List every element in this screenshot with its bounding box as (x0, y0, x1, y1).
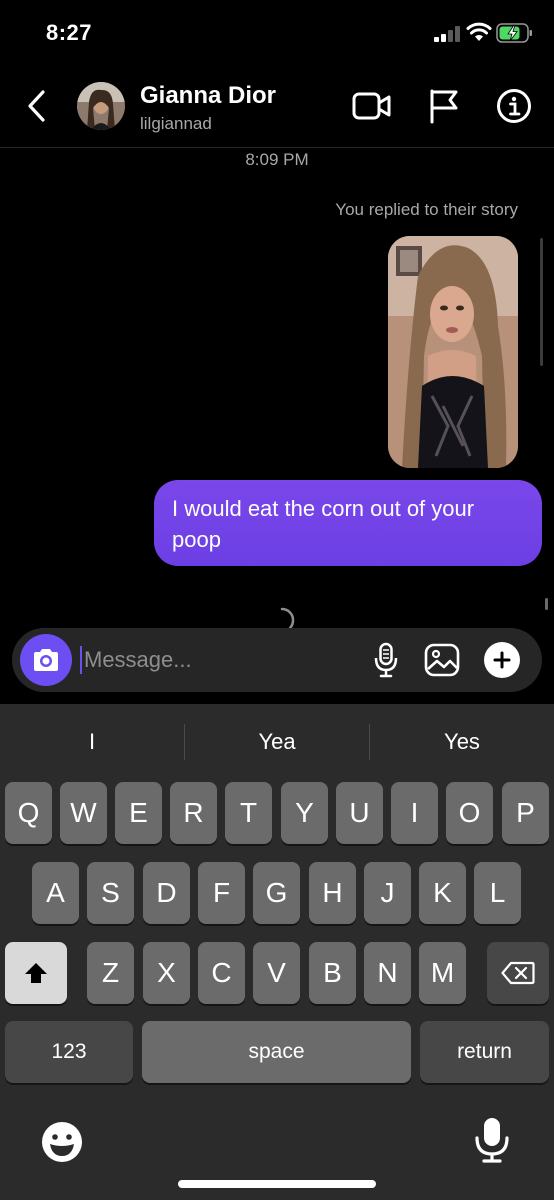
chat-header: Gianna Dior lilgiannad (0, 66, 554, 148)
key-a[interactable]: A (32, 862, 79, 924)
message-input[interactable] (84, 640, 354, 680)
key-n[interactable]: N (364, 942, 411, 1004)
back-button[interactable] (18, 86, 54, 126)
key-z[interactable]: Z (87, 942, 134, 1004)
key-g[interactable]: G (253, 862, 300, 924)
plus-icon (493, 651, 511, 669)
dictation-microphone-icon[interactable] (472, 1116, 512, 1164)
key-e[interactable]: E (115, 782, 162, 844)
key-d[interactable]: D (143, 862, 190, 924)
video-call-button[interactable] (350, 84, 394, 128)
return-key[interactable]: return (420, 1021, 549, 1083)
key-c[interactable]: C (198, 942, 245, 1004)
predictive-suggestions: I Yea Yes (0, 704, 554, 780)
emoji-icon[interactable] (40, 1120, 84, 1164)
key-k[interactable]: K (419, 862, 466, 924)
gallery-button[interactable] (422, 640, 462, 680)
key-x[interactable]: X (143, 942, 190, 1004)
battery-charging-icon (496, 23, 532, 43)
story-photo (388, 236, 518, 468)
suggestion-1[interactable]: I (0, 724, 184, 760)
camera-button[interactable] (20, 634, 72, 686)
shift-arrow-icon (25, 963, 47, 983)
story-reply-note: You replied to their story (335, 200, 518, 219)
microphone-icon (374, 642, 398, 678)
home-indicator[interactable] (178, 1180, 376, 1188)
message-timestamp: 8:09 PM (245, 150, 309, 169)
key-i[interactable]: I (391, 782, 438, 844)
key-o[interactable]: O (446, 782, 493, 844)
key-v[interactable]: V (253, 942, 300, 1004)
key-b[interactable]: B (309, 942, 356, 1004)
key-h[interactable]: H (309, 862, 356, 924)
key-y[interactable]: Y (281, 782, 328, 844)
contact-avatar[interactable] (77, 82, 125, 130)
key-p[interactable]: P (502, 782, 549, 844)
key-u[interactable]: U (336, 782, 383, 844)
cellular-signal-icon (434, 26, 460, 42)
suggestion-2[interactable]: Yea (185, 724, 369, 760)
key-j[interactable]: J (364, 862, 411, 924)
status-time: 8:27 (46, 20, 93, 45)
backspace-icon (501, 961, 535, 985)
scrollbar-thumb[interactable] (545, 598, 548, 610)
key-w[interactable]: W (60, 782, 107, 844)
camera-icon (34, 649, 58, 671)
space-key[interactable]: space (142, 1021, 411, 1083)
wifi-icon (466, 22, 492, 41)
text-caret (80, 646, 82, 674)
more-options-button[interactable] (484, 642, 520, 678)
story-thumbnail[interactable] (388, 236, 518, 468)
avatar-photo (77, 82, 125, 130)
report-flag-button[interactable] (422, 84, 466, 128)
message-composer (12, 628, 542, 692)
key-s[interactable]: S (87, 862, 134, 924)
scrollbar[interactable] (540, 238, 543, 366)
key-l[interactable]: L (474, 862, 521, 924)
key-r[interactable]: R (170, 782, 217, 844)
info-icon (497, 89, 531, 123)
contact-username[interactable]: lilgiannad (140, 114, 212, 134)
conversation-info-button[interactable] (492, 84, 536, 128)
shift-key[interactable] (5, 942, 67, 1004)
key-t[interactable]: T (225, 782, 272, 844)
image-gallery-icon (424, 643, 460, 677)
key-q[interactable]: Q (5, 782, 52, 844)
suggestion-3[interactable]: Yes (370, 724, 554, 760)
backspace-key[interactable] (487, 942, 549, 1004)
back-chevron-icon (28, 90, 45, 122)
voice-message-button[interactable] (366, 640, 406, 680)
key-f[interactable]: F (198, 862, 245, 924)
flag-icon (430, 89, 458, 124)
keyboard: I Yea Yes Q W E R T Y U I O P A S D F G … (0, 704, 554, 1200)
contact-name[interactable]: Gianna Dior (140, 82, 276, 110)
status-bar: 8:27 (0, 0, 554, 66)
video-camera-icon (352, 92, 391, 120)
numbers-key[interactable]: 123 (5, 1021, 133, 1083)
key-m[interactable]: M (419, 942, 466, 1004)
sent-message-bubble[interactable]: I would eat the corn out of your poop (154, 480, 542, 566)
